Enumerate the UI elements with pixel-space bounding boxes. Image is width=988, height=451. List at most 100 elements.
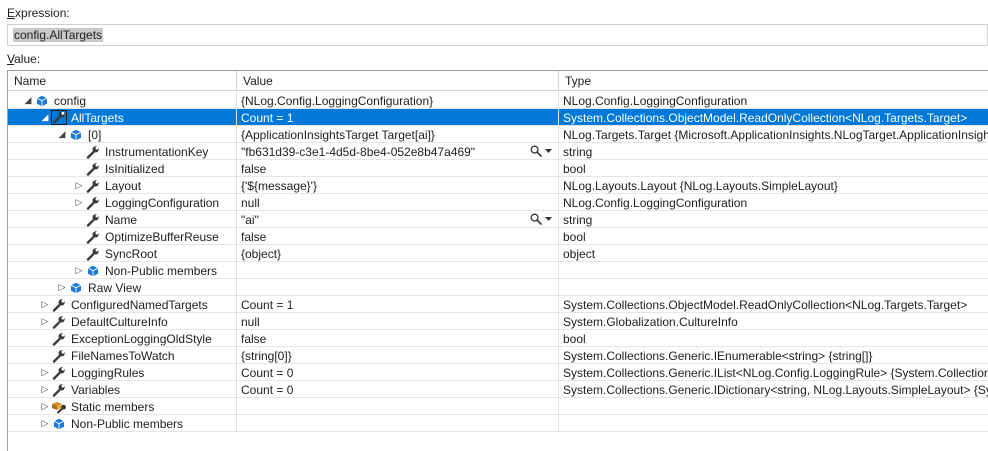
name-cell[interactable]: ▷ LoggingConfiguration	[8, 194, 237, 211]
row-type: NLog.Layouts.Layout {NLog.Layouts.Simple…	[563, 179, 838, 193]
type-cell: NLog.Config.LoggingConfiguration	[559, 194, 988, 211]
tree-row[interactable]: ▷ ConfiguredNamedTargets Count = 1 System.C…	[8, 296, 988, 313]
expand-arrow-icon[interactable]: ▷	[56, 280, 68, 294]
visualizer-button[interactable]	[530, 212, 552, 226]
row-name: Raw View	[88, 281, 142, 295]
tree-row[interactable]: Name "ai" string	[8, 211, 988, 228]
name-cell[interactable]: ▷ Non-Public members	[8, 262, 237, 279]
tree-row[interactable]: InstrumentationKey "fb631d39-c3e1-4d5d-8b…	[8, 143, 988, 160]
name-cell[interactable]: ExceptionLoggingOldStyle	[8, 330, 237, 347]
value-cell[interactable]	[237, 262, 559, 279]
value-cell[interactable]: Count = 0	[237, 364, 559, 381]
value-cell[interactable]: false	[237, 228, 559, 245]
name-cell[interactable]: ▷ Variables	[8, 381, 237, 398]
value-cell[interactable]: {ApplicationInsightsTarget Target[ai]}	[237, 126, 559, 143]
visualizer-button[interactable]	[530, 144, 552, 158]
name-cell[interactable]: IsInitialized	[8, 160, 237, 177]
name-cell[interactable]: OptimizeBufferReuse	[8, 228, 237, 245]
row-type: System.Collections.ObjectModel.ReadOnlyC…	[563, 298, 968, 312]
row-type: System.Collections.Generic.IList<NLog.Co…	[563, 366, 988, 380]
collapse-arrow-icon[interactable]: ◢	[56, 127, 68, 141]
cube-icon	[51, 416, 67, 431]
expression-input-text[interactable]: config.AllTargets	[13, 28, 104, 42]
expression-label-text: xpression:	[15, 6, 70, 20]
watch-grid[interactable]: Name Value Type ◢ config {NLog.Config.Logg…	[7, 70, 988, 451]
name-cell[interactable]: SyncRoot	[8, 245, 237, 262]
expand-arrow-icon[interactable]: ▷	[73, 178, 85, 192]
row-type: bool	[563, 230, 586, 244]
value-cell[interactable]	[237, 415, 559, 432]
tree-row[interactable]: ▷ Static members	[8, 398, 988, 415]
expand-arrow-icon[interactable]: ▷	[39, 382, 51, 396]
row-type: System.Collections.ObjectModel.ReadOnlyC…	[563, 111, 968, 125]
name-cell[interactable]: ▷ Non-Public members	[8, 415, 237, 432]
value-cell[interactable]: "ai"	[237, 211, 559, 228]
name-cell[interactable]: ▷ ConfiguredNamedTargets	[8, 296, 237, 313]
column-header-name[interactable]: Name	[8, 71, 237, 91]
expression-input[interactable]: config.AllTargets	[7, 24, 988, 46]
value-cell[interactable]: "fb631d39-c3e1-4d5d-8be4-052e8b47a469"	[237, 143, 559, 160]
name-cell[interactable]: FileNamesToWatch	[8, 347, 237, 364]
name-cell[interactable]: InstrumentationKey	[8, 143, 237, 160]
value-cell[interactable]: null	[237, 194, 559, 211]
tree-row[interactable]: ExceptionLoggingOldStyle false bool	[8, 330, 988, 347]
tree-row[interactable]: FileNamesToWatch {string[0]} System.Collec…	[8, 347, 988, 364]
name-cell[interactable]: ▷ DefaultCultureInfo	[8, 313, 237, 330]
tree-row[interactable]: ▷ Non-Public members	[8, 262, 988, 279]
collapse-arrow-icon[interactable]: ◢	[22, 93, 34, 107]
expand-arrow-icon[interactable]: ▷	[39, 314, 51, 328]
row-name: Non-Public members	[71, 417, 184, 431]
value-cell[interactable]	[237, 279, 559, 296]
type-cell: System.Collections.Generic.IList<NLog.Co…	[559, 364, 988, 381]
tree-row[interactable]: ▷ LoggingConfiguration null NLog.Config.Log…	[8, 194, 988, 211]
name-cell[interactable]: Name	[8, 211, 237, 228]
value-label: Value:	[7, 52, 40, 66]
cube-icon	[68, 280, 84, 295]
tree-row[interactable]: ▷ Variables Count = 0 System.Collections.Ge…	[8, 381, 988, 398]
wrench-icon	[85, 144, 101, 159]
tree-row[interactable]: ◢ [0] {ApplicationInsightsTarget Target[ai…	[8, 126, 988, 143]
tree-row[interactable]: SyncRoot {object} object	[8, 245, 988, 262]
value-cell[interactable]: null	[237, 313, 559, 330]
value-cell[interactable]: {NLog.Config.LoggingConfiguration}	[237, 92, 559, 109]
value-cell[interactable]: {object}	[237, 245, 559, 262]
value-cell[interactable]: false	[237, 330, 559, 347]
tree-row[interactable]: OptimizeBufferReuse false bool	[8, 228, 988, 245]
name-cell[interactable]: ▷ Raw View	[8, 279, 237, 296]
name-cell[interactable]: ▷ Layout	[8, 177, 237, 194]
tree-row[interactable]: ◢ config {NLog.Config.LoggingConfiguration…	[8, 92, 988, 109]
expand-arrow-icon[interactable]: ▷	[39, 399, 51, 413]
value-cell[interactable]: Count = 0	[237, 381, 559, 398]
expand-arrow-icon[interactable]: ▷	[73, 195, 85, 209]
value-cell[interactable]: Count = 1	[237, 296, 559, 313]
expand-arrow-icon[interactable]: ▷	[39, 297, 51, 311]
expand-arrow-icon[interactable]: ▷	[73, 263, 85, 277]
tree-row[interactable]: ◢ AllTargets Count = 1 System.Collections.O…	[8, 109, 988, 126]
tree-row[interactable]: ▷ DefaultCultureInfo null System.Globalizat…	[8, 313, 988, 330]
tree-row[interactable]: ▷ Raw View	[8, 279, 988, 296]
name-cell[interactable]: ◢ [0]	[8, 126, 237, 143]
expand-arrow-icon[interactable]: ▷	[39, 416, 51, 430]
value-cell[interactable]: Count = 1	[237, 109, 559, 126]
row-name: ConfiguredNamedTargets	[71, 298, 208, 312]
name-cell[interactable]: ▷ Static members	[8, 398, 237, 415]
row-value: Count = 0	[241, 366, 294, 380]
name-cell[interactable]: ▷ LoggingRules	[8, 364, 237, 381]
value-cell[interactable]: false	[237, 160, 559, 177]
row-type: System.Collections.Generic.IEnumerable<s…	[563, 349, 873, 363]
value-cell[interactable]	[237, 398, 559, 415]
name-cell[interactable]: ◢ AllTargets	[8, 109, 237, 126]
collapse-arrow-icon[interactable]: ◢	[39, 110, 51, 124]
tree-row[interactable]: ▷ Non-Public members	[8, 415, 988, 432]
name-cell[interactable]: ◢ config	[8, 92, 237, 109]
tree-row[interactable]: ▷ LoggingRules Count = 0 System.Collections…	[8, 364, 988, 381]
value-cell[interactable]: {string[0]}	[237, 347, 559, 364]
row-value: false	[241, 332, 267, 346]
tree-row[interactable]: IsInitialized false bool	[8, 160, 988, 177]
column-header-type[interactable]: Type	[559, 71, 988, 91]
cube-icon	[34, 93, 50, 108]
value-cell[interactable]: {'${message}'}	[237, 177, 559, 194]
expand-arrow-icon[interactable]: ▷	[39, 365, 51, 379]
column-header-value[interactable]: Value	[237, 71, 559, 91]
tree-row[interactable]: ▷ Layout {'${message}'} NLog.Layouts.Layout…	[8, 177, 988, 194]
